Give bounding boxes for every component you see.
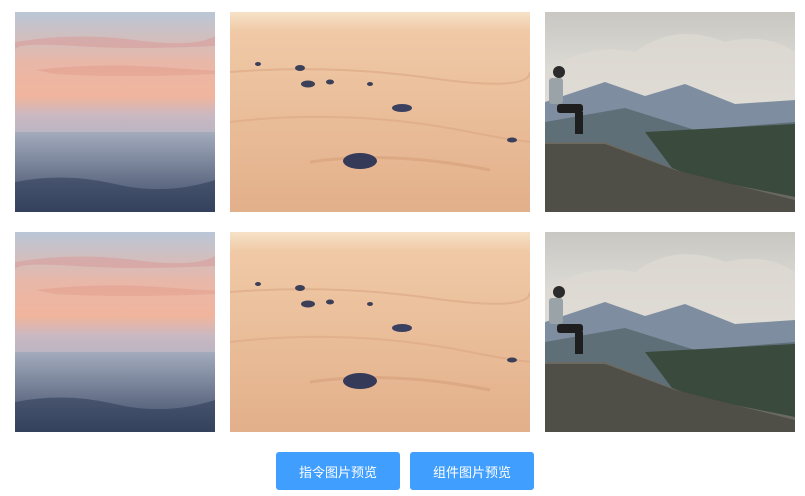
image-thumb-man-on-cliff[interactable]: [545, 12, 795, 212]
sand-pebbles-image: [230, 232, 530, 432]
image-thumb-man-on-cliff[interactable]: [545, 232, 795, 432]
sand-pebbles-image: [230, 12, 530, 212]
man-on-cliff-image: [545, 12, 795, 212]
image-thumb-sand-pebbles[interactable]: [230, 12, 530, 212]
image-thumb-sand-pebbles[interactable]: [230, 232, 530, 432]
sea-fog-sunset-image: [15, 232, 215, 432]
sea-fog-sunset-image: [15, 12, 215, 212]
man-on-cliff-image: [545, 232, 795, 432]
image-preview-page: 指令图片预览 组件图片预览: [0, 0, 805, 496]
image-thumb-sea-fog-sunset[interactable]: [15, 12, 215, 212]
directive-image-preview-button[interactable]: 指令图片预览: [276, 452, 400, 490]
image-thumb-sea-fog-sunset[interactable]: [15, 232, 215, 432]
component-image-preview-button[interactable]: 组件图片预览: [410, 452, 534, 490]
